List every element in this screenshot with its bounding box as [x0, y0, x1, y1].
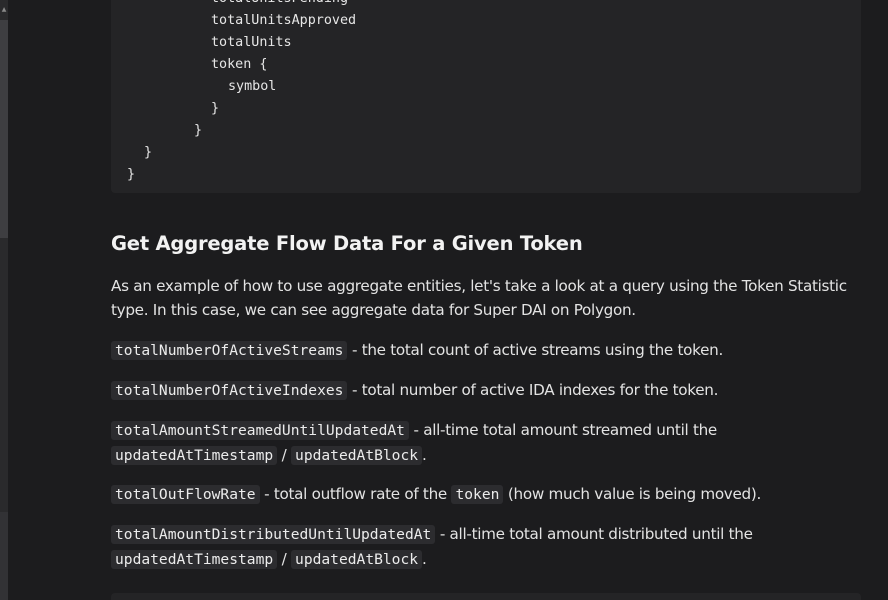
field-ref: updatedAtBlock [291, 446, 423, 465]
period: . [422, 446, 427, 464]
scrollbar-track-lower [0, 512, 8, 600]
code-line: symbol [228, 79, 277, 94]
next-code-block [111, 593, 861, 600]
scroll-up-arrow-icon[interactable]: ▲ [0, 6, 8, 14]
intro-paragraph: As an example of how to use aggregate en… [111, 277, 847, 319]
field-name: totalAmountDistributedUntilUpdatedAt [111, 525, 436, 544]
field-description: - the total count of active streams usin… [347, 341, 723, 359]
field-name: totalAmountStreamedUntilUpdatedAt [111, 421, 409, 440]
code-line: } [194, 123, 203, 138]
code-line: totalUnits [211, 35, 292, 50]
field-ref: updatedAtBlock [291, 550, 423, 569]
separator: / [277, 550, 292, 568]
code-line: token { [211, 57, 268, 72]
field-description: (how much value is being moved). [503, 485, 762, 503]
field-item: totalAmountDistributedUntilUpdatedAt - a… [111, 522, 871, 572]
field-ref: updatedAtTimestamp [111, 550, 278, 569]
field-name: totalNumberOfActiveIndexes [111, 381, 348, 400]
field-item: totalNumberOfActiveIndexes - total numbe… [111, 378, 871, 403]
field-description: - total number of active IDA indexes for… [347, 381, 719, 399]
field-ref: token [451, 485, 504, 504]
field-item: totalAmountStreamedUntilUpdatedAt - all-… [111, 418, 871, 468]
section-heading: Get Aggregate Flow Data For a Given Toke… [111, 232, 583, 255]
scrollbar-thumb[interactable] [0, 20, 8, 238]
field-description: - all-time total amount streamed until t… [408, 421, 717, 439]
code-line: } [211, 101, 220, 116]
scrollbar[interactable]: ▲ [0, 0, 8, 600]
code-block: totalUnitsPending totalUnitsApproved tot… [111, 0, 861, 193]
code-line: } [127, 167, 136, 182]
period: . [422, 550, 427, 568]
field-description: - total outflow rate of the [259, 485, 452, 503]
field-ref: updatedAtTimestamp [111, 446, 278, 465]
field-name: totalNumberOfActiveStreams [111, 341, 348, 360]
code-line: totalUnitsApproved [211, 13, 357, 28]
code-line: } [144, 145, 153, 160]
field-description: - all-time total amount distributed unti… [435, 525, 753, 543]
field-item: totalNumberOfActiveStreams - the total c… [111, 338, 871, 363]
field-item: totalOutFlowRate - total outflow rate of… [111, 482, 871, 507]
code-line: totalUnitsPending [211, 0, 348, 10]
separator: / [277, 446, 292, 464]
field-name: totalOutFlowRate [111, 485, 260, 504]
